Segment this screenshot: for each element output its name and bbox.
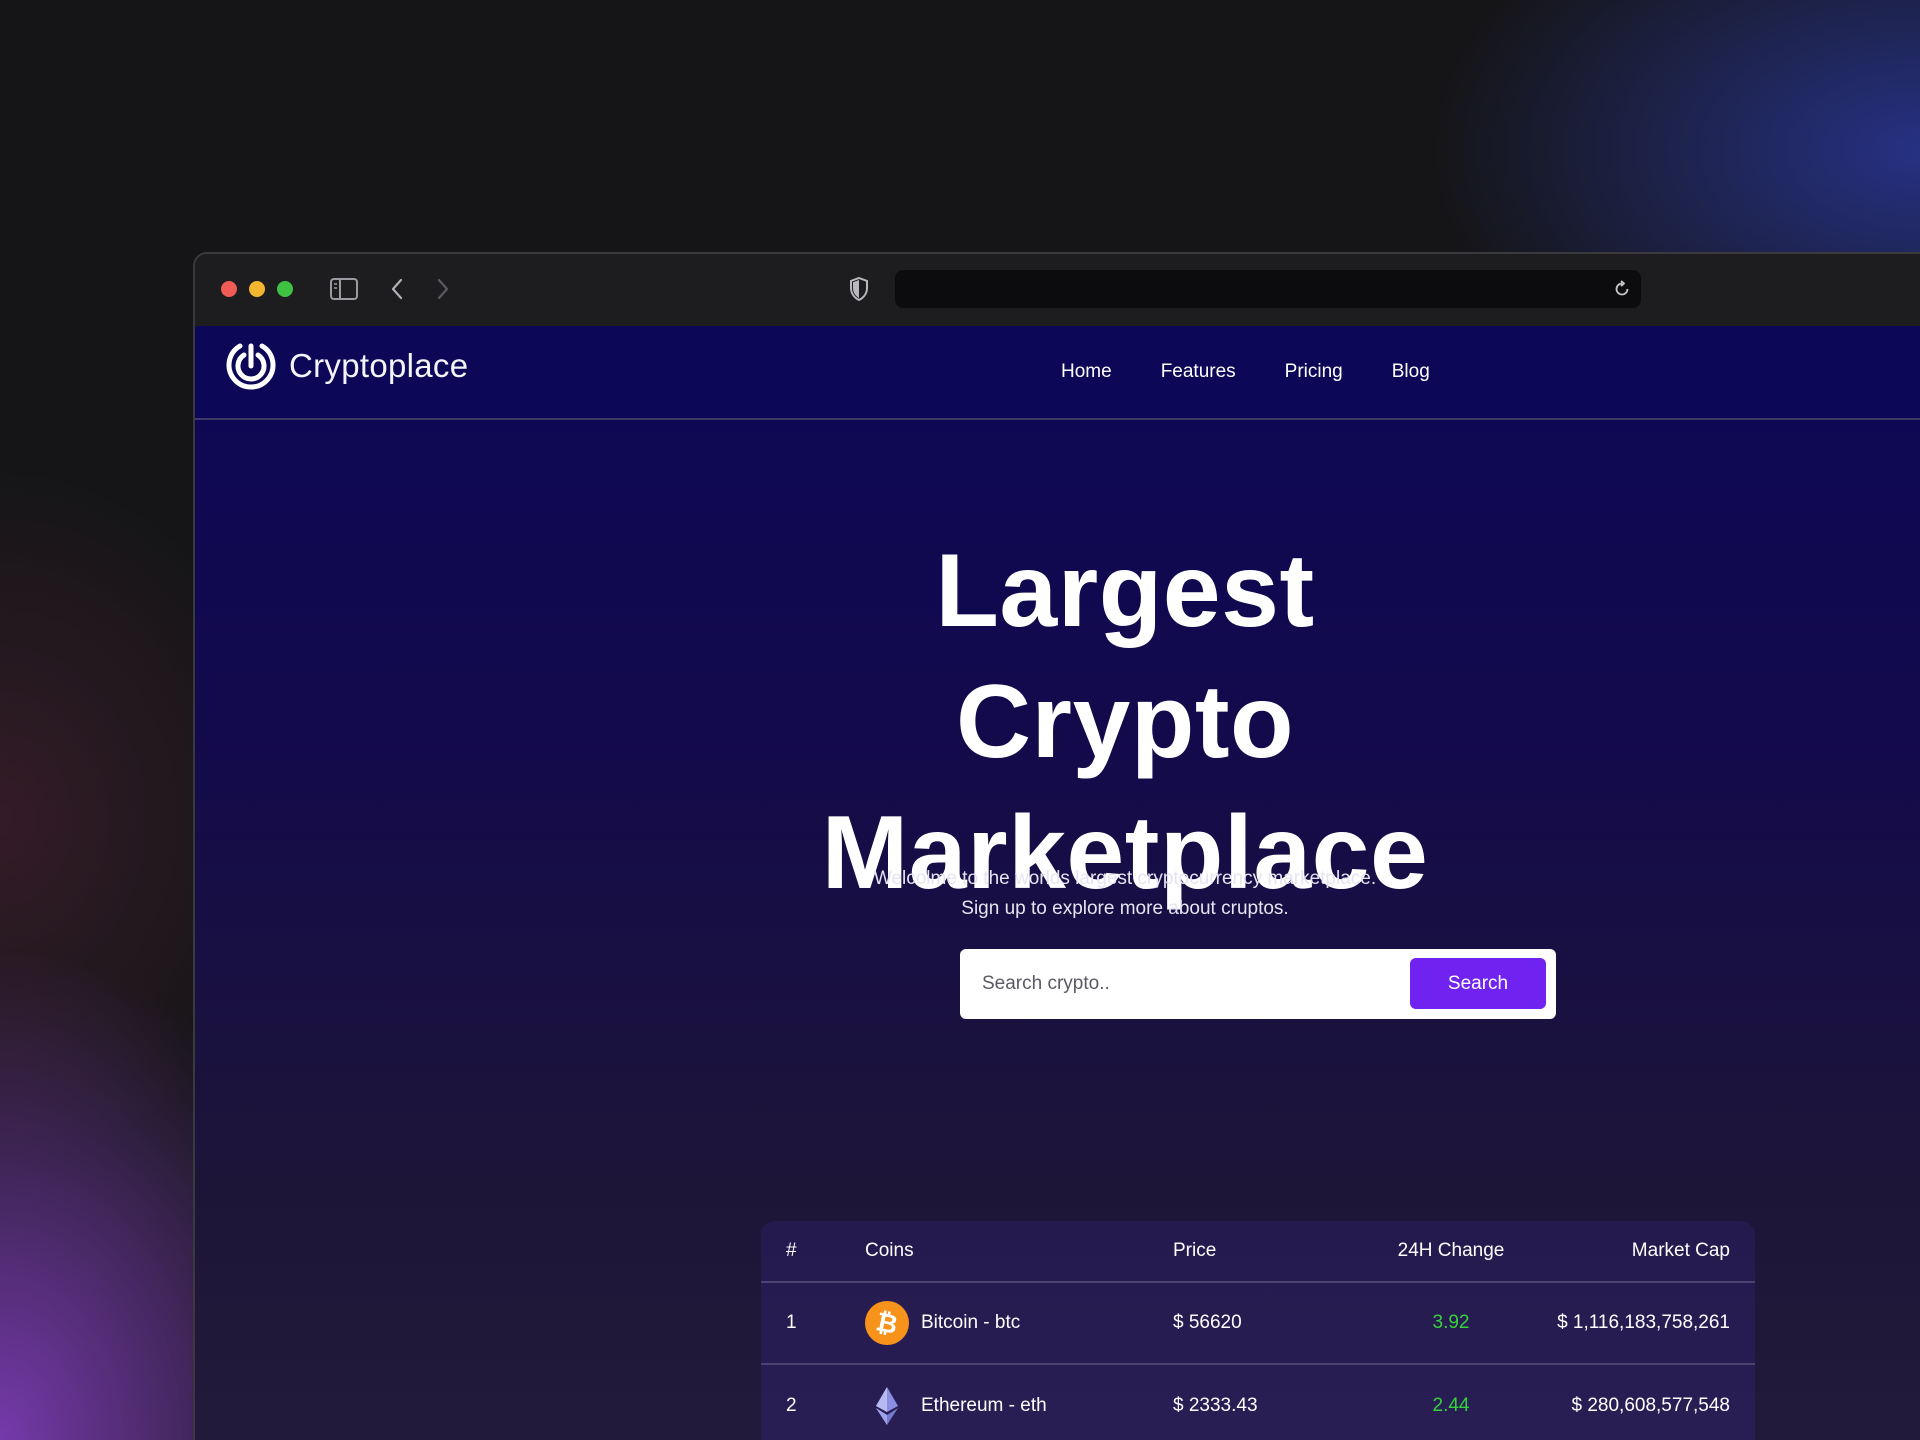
web-page: Cryptoplace Home Features Pricing Blog L… [195, 326, 1920, 1440]
hero-subtitle-line-1: Welcolme to the worlds largest cryptocur… [873, 868, 1377, 889]
crypto-table: # Coins Price 24H Change Market Cap 1 ₿ … [761, 1221, 1755, 1440]
address-bar[interactable] [895, 270, 1641, 308]
market-cap-cell: $ 280,608,577,548 [1571, 1395, 1731, 1416]
reload-icon[interactable] [1611, 278, 1633, 300]
hero-title-line-1: Largest [935, 533, 1315, 649]
price-cell: $ 2333.43 [1173, 1395, 1258, 1416]
close-window-button[interactable] [221, 281, 237, 297]
change-cell: 2.44 [1432, 1395, 1470, 1416]
column-header-rank: # [786, 1240, 797, 1261]
brand-name: Cryptoplace [289, 347, 469, 384]
rank-cell: 2 [786, 1395, 797, 1416]
table-row[interactable]: 1 ₿ Bitcoin - btc $ 56620 3.92 $ 1,116,1… [761, 1283, 1755, 1365]
change-cell: 3.92 [1432, 1312, 1470, 1333]
table-row[interactable]: 2 Ethereum - eth $ 2333.43 2.44 $ 280,60… [761, 1365, 1755, 1440]
column-header-change: 24H Change [1397, 1240, 1505, 1261]
nav-home[interactable]: Home [1061, 352, 1112, 392]
nav-features[interactable]: Features [1161, 352, 1236, 392]
nav-menu: Home Features Pricing Blog [1061, 352, 1479, 392]
cryptoplace-logo-icon [226, 343, 276, 390]
search-button[interactable]: Search [1410, 958, 1546, 1009]
maximize-window-button[interactable] [277, 281, 293, 297]
site-logo[interactable]: Cryptoplace [223, 338, 468, 394]
site-navbar: Cryptoplace Home Features Pricing Blog [195, 326, 1920, 420]
rank-cell: 1 [786, 1312, 797, 1333]
browser-toolbar [195, 254, 1920, 326]
sidebar-toggle-icon[interactable] [329, 274, 359, 304]
privacy-shield-icon[interactable] [847, 274, 871, 304]
column-header-price: Price [1173, 1240, 1217, 1261]
price-cell: $ 56620 [1173, 1312, 1242, 1333]
coin-cell: Ethereum - eth [865, 1384, 1047, 1428]
ethereum-icon [865, 1384, 909, 1428]
nav-blog[interactable]: Blog [1392, 352, 1430, 392]
column-header-coins: Coins [865, 1240, 914, 1261]
forward-arrow-icon[interactable] [431, 274, 455, 304]
hero-subtitle-line-2: Sign up to explore more about cruptos. [961, 898, 1289, 919]
market-cap-cell: $ 1,116,183,758,261 [1557, 1312, 1730, 1333]
search-form: Search [960, 949, 1556, 1019]
bitcoin-icon: ₿ [865, 1301, 909, 1345]
hero-title: Largest Crypto Marketplace [795, 526, 1455, 919]
coin-name: Ethereum - eth [921, 1395, 1047, 1416]
minimize-window-button[interactable] [249, 281, 265, 297]
hero-subtitle: Welcolme to the worlds largest cryptocur… [795, 864, 1455, 924]
nav-pricing[interactable]: Pricing [1285, 352, 1343, 392]
column-header-market-cap: Market Cap [1631, 1240, 1730, 1261]
table-header: # Coins Price 24H Change Market Cap [761, 1221, 1755, 1283]
coin-cell: ₿ Bitcoin - btc [865, 1301, 1020, 1345]
hero-title-line-2: Crypto [955, 664, 1295, 780]
coin-name: Bitcoin - btc [921, 1312, 1021, 1333]
browser-window: Cryptoplace Home Features Pricing Blog L… [193, 252, 1920, 1440]
back-arrow-icon[interactable] [385, 274, 409, 304]
search-input[interactable] [960, 949, 1400, 1019]
svg-text:₿: ₿ [874, 1308, 900, 1338]
